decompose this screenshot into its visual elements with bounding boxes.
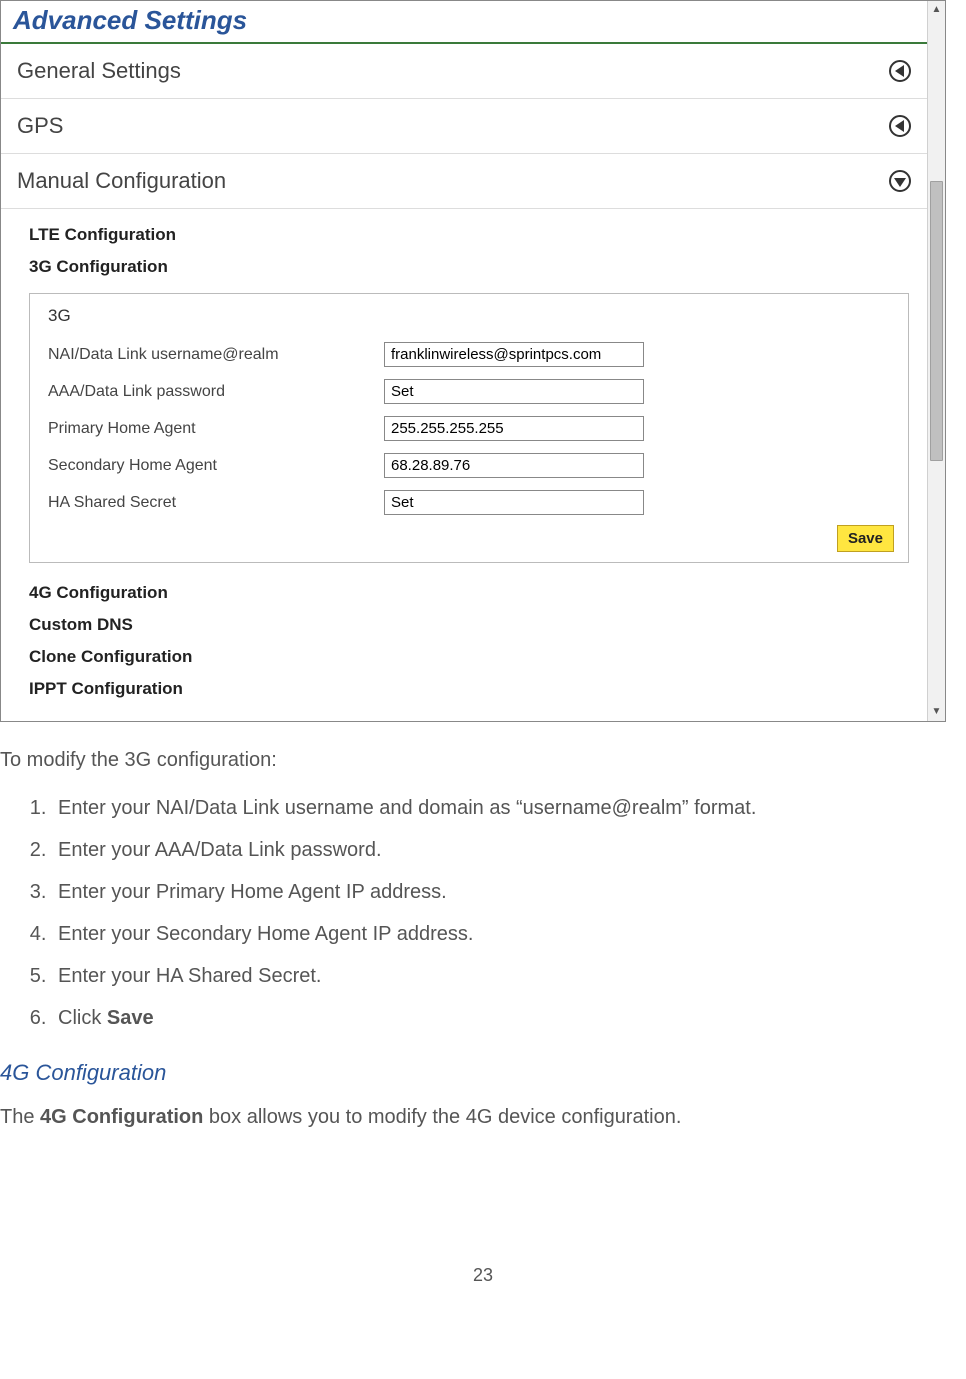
collapse-left-icon[interactable] — [889, 115, 911, 137]
3g-configuration-link[interactable]: 3G Configuration — [29, 251, 927, 283]
aaa-label: AAA/Data Link password — [44, 383, 384, 401]
step-1: Enter your NAI/Data Link username and do… — [52, 788, 946, 830]
scroll-up-arrow-icon[interactable]: ▲ — [928, 1, 945, 19]
3g-form-title: 3G — [44, 306, 894, 326]
expand-down-icon[interactable] — [889, 170, 911, 192]
step-3: Enter your Primary Home Agent IP address… — [52, 872, 946, 914]
settings-screenshot: ▲ ▼ Advanced Settings General Settings G… — [0, 0, 946, 722]
sha-input[interactable] — [384, 453, 644, 478]
pha-label: Primary Home Agent — [44, 420, 384, 438]
step-5: Enter your HA Shared Secret. — [52, 956, 946, 998]
hashared-input[interactable] — [384, 490, 644, 515]
page-number: 23 — [0, 1145, 966, 1296]
clone-configuration-link[interactable]: Clone Configuration — [29, 641, 927, 673]
step-6: Click Save — [52, 998, 946, 1040]
advanced-settings-heading: Advanced Settings — [1, 1, 927, 44]
4g-configuration-link[interactable]: 4G Configuration — [29, 577, 927, 609]
vertical-scrollbar[interactable]: ▲ ▼ — [927, 1, 945, 721]
aaa-input[interactable] — [384, 379, 644, 404]
hashared-label: HA Shared Secret — [44, 494, 384, 512]
nai-label: NAI/Data Link username@realm — [44, 346, 384, 364]
collapse-left-icon[interactable] — [889, 60, 911, 82]
gps-row[interactable]: GPS — [1, 99, 927, 154]
scroll-down-arrow-icon[interactable]: ▼ — [928, 703, 945, 721]
document-body: To modify the 3G configuration: Enter yo… — [0, 722, 966, 1131]
steps-list: Enter your NAI/Data Link username and do… — [0, 788, 946, 1040]
sha-label: Secondary Home Agent — [44, 457, 384, 475]
step-2: Enter your AAA/Data Link password. — [52, 830, 946, 872]
nai-input[interactable] — [384, 342, 644, 367]
4g-configuration-subheading: 4G Configuration — [0, 1058, 946, 1089]
general-settings-row[interactable]: General Settings — [1, 44, 927, 99]
custom-dns-link[interactable]: Custom DNS — [29, 609, 927, 641]
general-settings-label: General Settings — [17, 58, 181, 84]
pha-input[interactable] — [384, 416, 644, 441]
ippt-configuration-link[interactable]: IPPT Configuration — [29, 673, 927, 705]
save-button[interactable]: Save — [837, 525, 894, 552]
step-4: Enter your Secondary Home Agent IP addre… — [52, 914, 946, 956]
4g-paragraph: The 4G Configuration box allows you to m… — [0, 1103, 946, 1131]
scrollbar-thumb[interactable] — [930, 181, 943, 461]
lte-configuration-link[interactable]: LTE Configuration — [29, 219, 927, 251]
intro-paragraph: To modify the 3G configuration: — [0, 746, 946, 774]
3g-form-box: 3G NAI/Data Link username@realm AAA/Data… — [29, 293, 909, 563]
gps-label: GPS — [17, 113, 63, 139]
manual-configuration-row[interactable]: Manual Configuration — [1, 154, 927, 209]
manual-configuration-label: Manual Configuration — [17, 168, 226, 194]
